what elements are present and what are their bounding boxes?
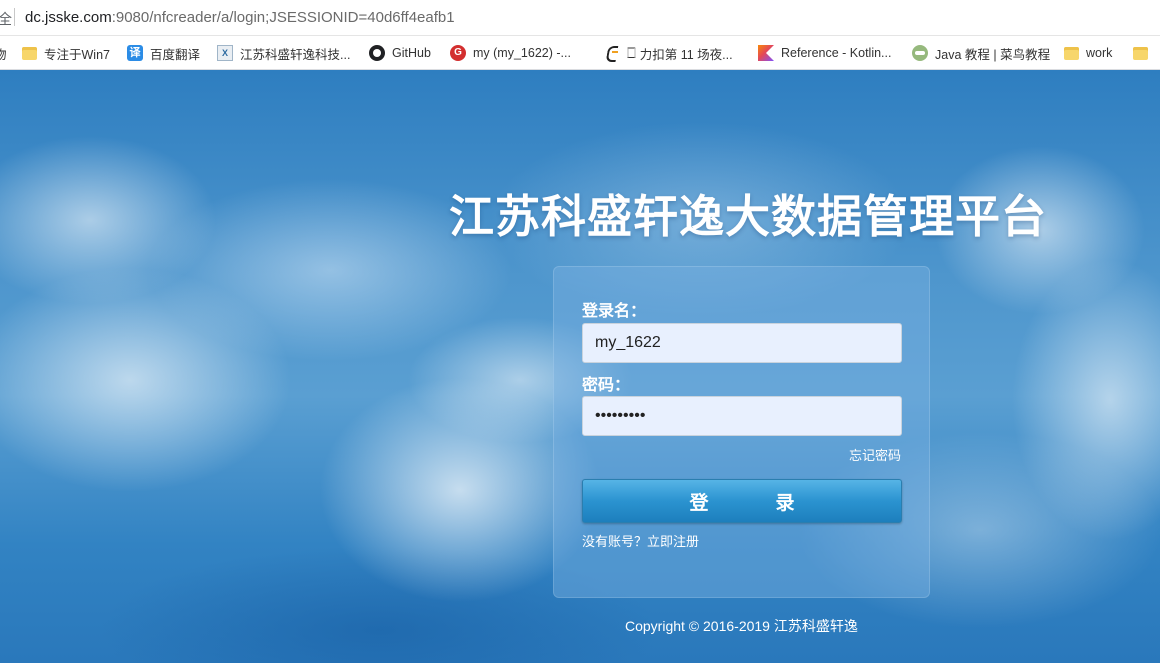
kotlin-icon [758, 45, 774, 61]
copyright-text: Copyright © 2016-2019 江苏科盛轩逸 [625, 618, 858, 634]
bookmark-my-account[interactable]: G my (my_1622) -... [450, 36, 571, 70]
sky-background: 江苏科盛轩逸大数据管理平台 登录名： 密码： 忘记密码 登 录 没有账号？立即注… [0, 70, 1160, 663]
url-host: dc.jsske.com [25, 9, 112, 26]
leetcode-icon [604, 45, 620, 61]
bookmark-label: 江苏科盛轩逸科技... [240, 47, 351, 62]
bookmark-label: 百度翻译 [150, 47, 201, 62]
username-input[interactable] [582, 323, 902, 363]
password-label: 密码： [582, 375, 631, 394]
bookmark-baidu-translate[interactable]: 译 百度翻译 [127, 36, 200, 70]
bookmarks-bar: 物 专注于Win7 译 百度翻译 X 江苏科盛轩逸科技... GitHub G … [0, 36, 1160, 70]
login-button[interactable]: 登 录 [582, 479, 902, 523]
bookmark-label: 力扣第 11 场夜... [639, 47, 733, 62]
folder-icon [1133, 46, 1148, 60]
page-title: 江苏科盛轩逸大数据管理平台 [449, 190, 1048, 243]
bookmark-github[interactable]: GitHub [369, 36, 431, 70]
bookmark-kotlin-reference[interactable]: Reference - Kotlin... [758, 36, 891, 70]
bookmark-company[interactable]: X 江苏科盛轩逸科技... [217, 36, 350, 70]
login-form: 登录名： 密码： 忘记密码 登 录 没有账号？立即注册 [553, 266, 930, 598]
bookmark-runoob-java[interactable]: Java 教程 | 菜鸟教程 [912, 36, 1050, 70]
address-divider [14, 8, 15, 26]
bookmark-label: Java 教程 | 菜鸟教程 [935, 47, 1051, 62]
register-link[interactable]: 没有账号？立即注册 [582, 531, 699, 550]
bookmark-label: work [1086, 46, 1113, 60]
github-icon [369, 45, 385, 61]
bookmark-label: GitHub [392, 46, 431, 60]
forgot-password-link[interactable]: 忘记密码 [849, 445, 901, 464]
password-input[interactable] [582, 396, 902, 436]
username-label: 登录名： [582, 301, 647, 320]
bookmark-partial-label: 物 [0, 47, 7, 62]
bookmark-work[interactable]: work [1064, 36, 1112, 70]
bookmark-prefix-glyph: 🀆 [627, 46, 636, 59]
bookmark-label: Reference - Kotlin... [781, 46, 892, 60]
bookmark-win7[interactable]: 专注于Win7 [22, 36, 110, 70]
runoob-icon [912, 45, 928, 61]
folder-icon [1064, 46, 1079, 60]
bookmark-label: 专注于Win7 [44, 47, 110, 62]
security-indicator[interactable]: 全 [0, 9, 12, 29]
folder-icon [22, 46, 37, 60]
translate-icon: 译 [127, 45, 143, 61]
bookmark-overflow[interactable] [1133, 36, 1155, 70]
g-icon: G [450, 45, 466, 61]
url-path: :9080/nfcreader/a/login;JSESSIONID=40d6f… [111, 9, 455, 26]
company-icon: X [217, 45, 233, 61]
bookmark-label: my (my_1622) -... [473, 46, 571, 60]
address-bar[interactable]: 全 dc.jsske.com:9080/nfcreader/a/login;JS… [0, 0, 1160, 36]
url-text[interactable]: dc.jsske.com:9080/nfcreader/a/login;JSES… [25, 9, 455, 26]
bookmark-partial[interactable]: 物 [0, 36, 7, 70]
bookmark-leetcode[interactable]: 🀆 力扣第 11 场夜... [604, 36, 733, 70]
